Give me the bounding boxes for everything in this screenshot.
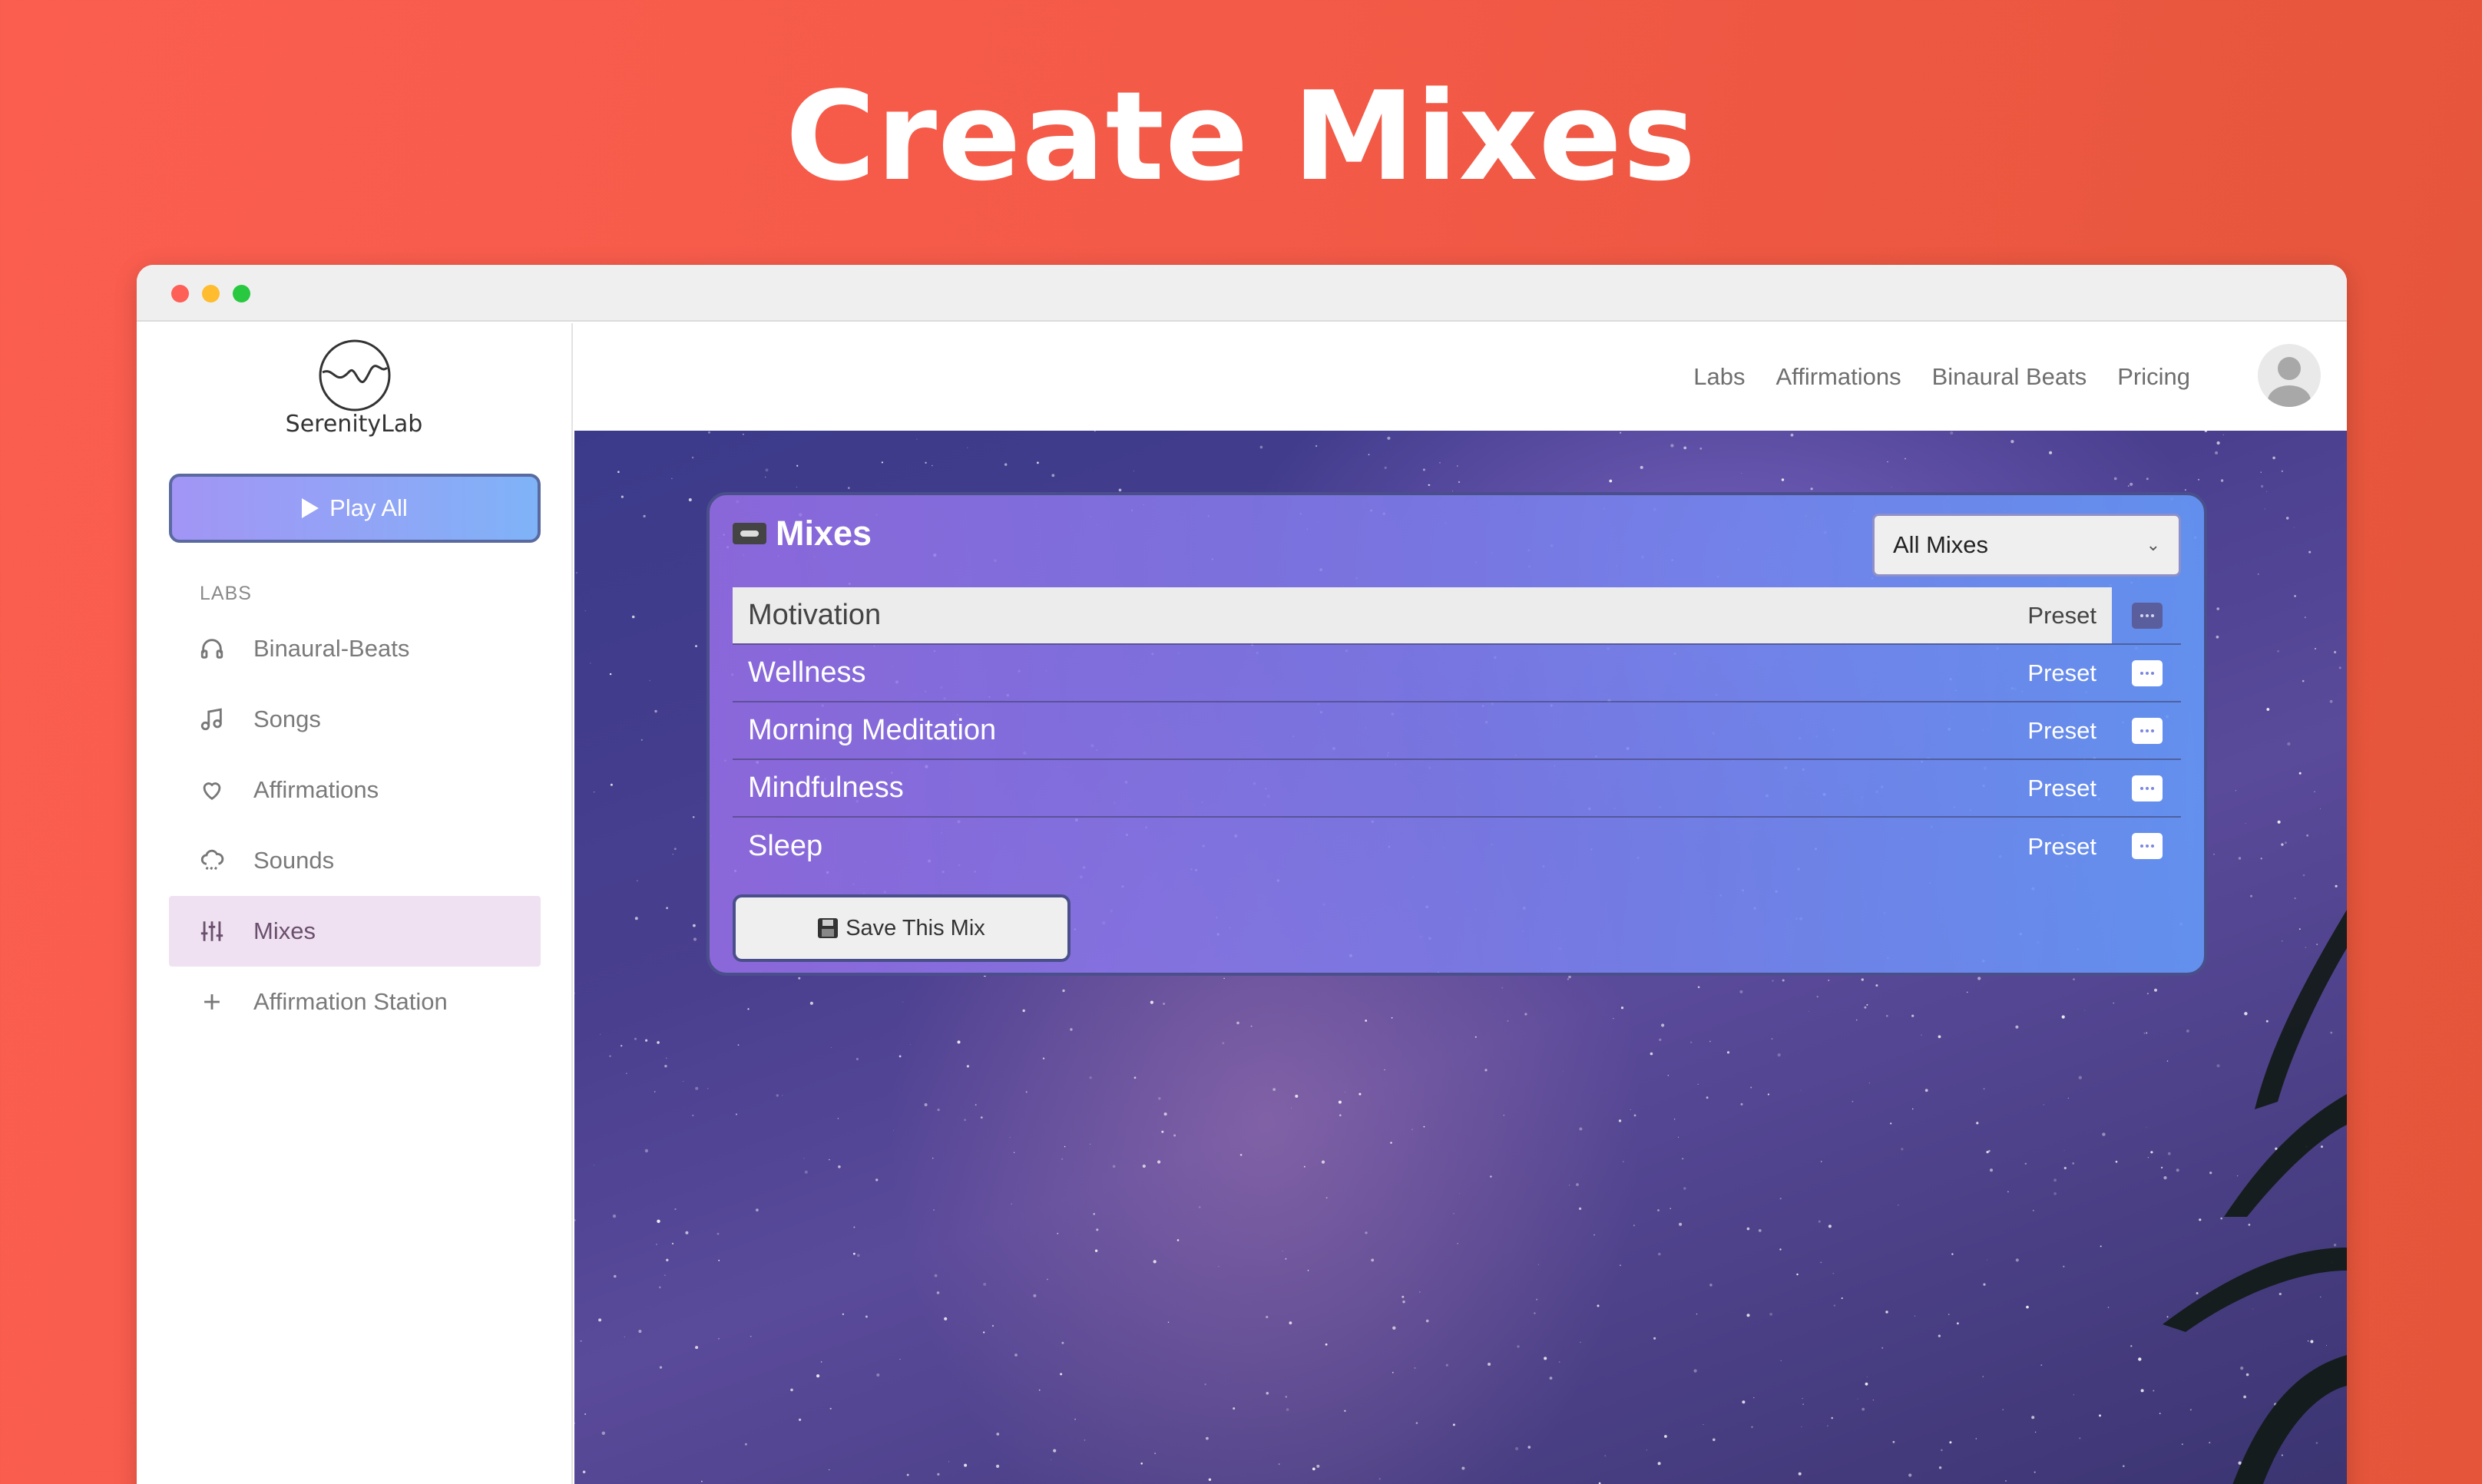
- plus-icon: [198, 988, 226, 1016]
- window-titlebar: [137, 265, 2347, 322]
- sidebar-item-songs[interactable]: Songs: [169, 684, 541, 755]
- mix-row-mindfulness[interactable]: Mindfulness Preset: [733, 760, 2181, 818]
- mix-name: Wellness: [748, 656, 866, 689]
- mixes-panel: Mixes All Mixes ⌄ Motivation Preset Well…: [707, 492, 2207, 976]
- mix-name: Motivation: [748, 599, 882, 631]
- cassette-tape-icon: [733, 523, 766, 544]
- mix-tag: Preset: [2027, 659, 2096, 686]
- music-note-icon: [198, 706, 226, 733]
- hero-title: Create Mixes: [785, 64, 1697, 208]
- panel-title-text: Mixes: [776, 514, 872, 553]
- mix-row-motivation[interactable]: Motivation Preset: [733, 587, 2181, 645]
- comment-icon[interactable]: [2132, 833, 2163, 859]
- comment-icon[interactable]: [2132, 718, 2163, 744]
- mix-filter-select[interactable]: All Mixes ⌄: [1872, 514, 2181, 577]
- comment-icon[interactable]: [2132, 603, 2163, 629]
- floppy-disk-icon: [818, 918, 839, 938]
- sidebar-item-label: Mixes: [253, 917, 316, 944]
- sidebar-item-label: Sounds: [253, 847, 335, 874]
- mix-name: Sleep: [748, 830, 823, 862]
- mix-name: Mindfulness: [748, 772, 904, 804]
- labs-section-label: LABS: [200, 583, 252, 604]
- sidebar-item-affirmation-station[interactable]: Affirmation Station: [169, 967, 541, 1037]
- comment-icon[interactable]: [2132, 775, 2163, 801]
- nav-link-labs[interactable]: Labs: [1693, 363, 1745, 391]
- save-mix-label: Save This Mix: [846, 915, 985, 940]
- mix-list: Motivation Preset Wellness Preset Mornin…: [733, 587, 2181, 875]
- mix-row-sleep[interactable]: Sleep Preset: [733, 818, 2181, 875]
- sidebar-item-affirmations[interactable]: Affirmations: [169, 755, 541, 825]
- mix-tag: Preset: [2027, 832, 2096, 860]
- top-nav-links: Labs Affirmations Binaural Beats Pricing: [1693, 323, 2190, 431]
- mix-tag: Preset: [2027, 774, 2096, 801]
- comment-icon[interactable]: [2132, 660, 2163, 686]
- rain-cloud-icon: [198, 847, 226, 874]
- play-all-label: Play All: [329, 494, 408, 521]
- heart-icon: [198, 776, 226, 804]
- nav-link-affirmations[interactable]: Affirmations: [1776, 363, 1901, 391]
- maximize-window-button[interactable]: [233, 285, 250, 302]
- play-icon: [302, 498, 319, 518]
- mix-tag: Preset: [2027, 716, 2096, 744]
- mix-row-morning-meditation[interactable]: Morning Meditation Preset: [733, 702, 2181, 760]
- save-mix-button[interactable]: Save This Mix: [733, 894, 1071, 962]
- brand-name: SerenityLab: [285, 411, 423, 438]
- mix-name: Morning Meditation: [748, 714, 997, 746]
- sliders-icon: [198, 917, 226, 945]
- user-avatar[interactable]: [2258, 344, 2321, 407]
- mixes-panel-title: Mixes: [733, 514, 872, 554]
- sidebar-item-label: Songs: [253, 706, 321, 732]
- nav-link-binaural-beats[interactable]: Binaural Beats: [1932, 363, 2087, 391]
- headphones-icon: [198, 635, 226, 663]
- mix-row-wellness[interactable]: Wellness Preset: [733, 645, 2181, 702]
- sidebar-item-sounds[interactable]: Sounds: [169, 825, 541, 896]
- top-navbar: Labs Affirmations Binaural Beats Pricing: [574, 323, 2347, 431]
- chevron-down-icon: ⌄: [2146, 535, 2160, 554]
- selected-row-highlight: [733, 587, 2112, 643]
- play-all-button[interactable]: Play All: [169, 474, 541, 543]
- close-window-button[interactable]: [171, 285, 189, 302]
- sidebar-item-label: Affirmations: [253, 776, 379, 803]
- app-window: SerenityLab Play All LABS Binaural-Beats…: [137, 265, 2347, 1484]
- sidebar: SerenityLab Play All LABS Binaural-Beats…: [137, 323, 573, 1484]
- sidebar-item-label: Affirmation Station: [253, 988, 448, 1015]
- minimize-window-button[interactable]: [202, 285, 220, 302]
- mix-filter-value: All Mixes: [1893, 531, 1989, 558]
- sidebar-item-label: Binaural-Beats: [253, 635, 410, 662]
- nav-link-pricing[interactable]: Pricing: [2117, 363, 2190, 391]
- serenitylab-logo-icon: [319, 339, 391, 411]
- user-silhouette-icon: [2268, 357, 2311, 407]
- mix-tag: Preset: [2027, 601, 2096, 629]
- starry-background: Mixes All Mixes ⌄ Motivation Preset Well…: [574, 431, 2347, 1484]
- sidebar-item-binaural-beats[interactable]: Binaural-Beats: [169, 613, 541, 684]
- sidebar-item-mixes[interactable]: Mixes: [169, 896, 541, 967]
